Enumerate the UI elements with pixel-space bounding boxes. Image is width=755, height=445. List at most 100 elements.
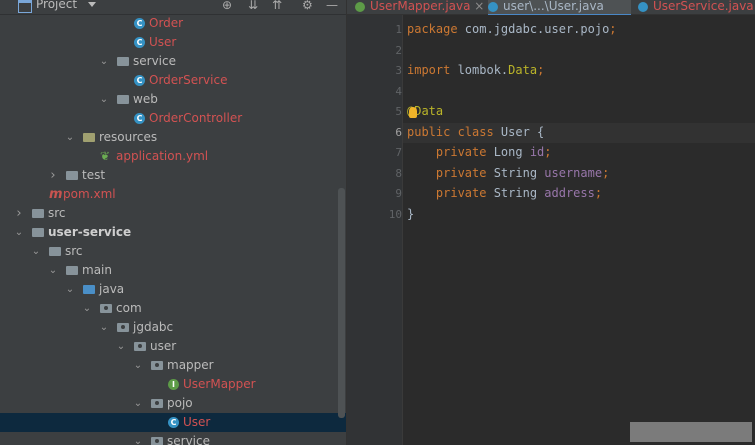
tree-item[interactable]: ❦ application.yml	[0, 147, 346, 166]
tree-item[interactable]: C User	[0, 33, 346, 52]
chevron-down-icon[interactable]: ⌄	[133, 394, 143, 413]
line-number: 3	[395, 64, 402, 77]
tree-item[interactable]: m pom.xml	[0, 185, 346, 204]
tree-item-label: jgdabc	[133, 320, 174, 334]
tree-item[interactable]: › src	[0, 204, 346, 223]
tree-item[interactable]: C Order	[0, 14, 346, 33]
code-token: ;	[544, 145, 552, 159]
code-line[interactable]: private String address;	[407, 183, 602, 203]
chevron-right-icon[interactable]: ›	[14, 204, 24, 223]
gear-icon[interactable]: ⚙	[302, 0, 313, 12]
tree-item[interactable]: ⌄ pojo	[0, 394, 346, 413]
chevron-down-icon[interactable]: ⌄	[133, 432, 143, 445]
chevron-down-icon[interactable]: ⌄	[31, 242, 41, 261]
source-folder-icon	[83, 285, 95, 294]
code-line[interactable]: private String username;	[407, 163, 609, 183]
tab-label: user\...\User.java	[503, 0, 604, 13]
tree-item[interactable]: › test	[0, 166, 346, 185]
project-title[interactable]: Project	[36, 0, 77, 11]
close-icon[interactable]: ×	[470, 0, 484, 13]
tab-label: UserService.java	[653, 0, 754, 13]
tree-item-label: User	[183, 415, 211, 429]
package-icon	[117, 323, 129, 332]
code-line[interactable]: private Long id;	[407, 142, 552, 162]
chevron-down-icon[interactable]: ⌄	[99, 90, 109, 109]
package-icon	[151, 399, 163, 408]
chevron-down-icon[interactable]: ⌄	[48, 261, 58, 280]
tree-item-label: UserMapper	[183, 377, 256, 391]
code-editor[interactable]: 1 2 3 4 5 6 7 8 9 10 package com.jgdabc.user.pojo…	[347, 15, 755, 445]
code-token: Long	[493, 145, 530, 159]
tree-item[interactable]: ⌄ src	[0, 242, 346, 261]
tree-item[interactable]: ⌄ web	[0, 90, 346, 109]
interface-icon: I	[168, 379, 179, 390]
line-number: 6	[395, 125, 402, 139]
tree-item-label: pojo	[167, 396, 193, 410]
chevron-down-icon[interactable]: ⌄	[14, 223, 24, 242]
collapse-icon[interactable]: ⇈	[272, 0, 282, 12]
tree-item[interactable]: ⌄ resources	[0, 128, 346, 147]
tree-scrollbar[interactable]	[338, 188, 345, 418]
code-token: private	[407, 186, 494, 200]
code-token: String	[493, 165, 545, 180]
tree-item[interactable]: ⌄ jgdabc	[0, 318, 346, 337]
project-toolbar: Project ⊕ ⇊ ⇈ ⚙ —	[0, 0, 346, 15]
editor-tabs: UserMapper.java × user\...\User.java UserS…	[347, 0, 755, 16]
chevron-down-icon[interactable]: ⌄	[82, 299, 92, 318]
class-icon: C	[134, 18, 145, 29]
tree-item[interactable]: I UserMapper	[0, 375, 346, 394]
tree-item-label: mapper	[167, 358, 214, 372]
lightbulb-icon[interactable]	[409, 107, 417, 118]
chevron-down-icon[interactable]: ⌄	[99, 52, 109, 71]
line-number: 4	[395, 84, 402, 98]
code-token: lombok.	[450, 63, 509, 77]
editor-tab[interactable]: UserMapper.java ×	[355, 0, 484, 14]
folder-icon	[49, 247, 61, 256]
line-number: 8	[395, 166, 402, 180]
code-token: ;	[602, 165, 610, 180]
line-number: 5	[395, 105, 402, 118]
chevron-right-icon[interactable]: ›	[48, 166, 58, 185]
module-icon	[32, 228, 44, 237]
tree-item[interactable]: C User	[0, 413, 346, 432]
minimize-icon[interactable]: —	[326, 0, 338, 12]
chevron-down-icon[interactable]: ⌄	[65, 280, 75, 299]
chevron-down-icon[interactable]	[88, 2, 96, 7]
code-token: id	[529, 145, 545, 159]
code-line[interactable]: package com.jgdabc.user.pojo;	[407, 19, 617, 39]
tree-item-label: Order	[149, 16, 184, 30]
tree-item[interactable]: ⌄ user	[0, 337, 346, 356]
maven-icon: m	[49, 187, 63, 202]
code-line[interactable]: }	[407, 204, 414, 224]
tree-item[interactable]: ⌄ service	[0, 432, 346, 445]
tree-item[interactable]: C OrderController	[0, 109, 346, 128]
package-icon	[100, 304, 112, 313]
line-number: 2	[395, 43, 402, 57]
project-panel: C Order C User ⌄ service C OrderService ⌄ web C Ord…	[0, 0, 346, 445]
class-icon: C	[134, 113, 145, 124]
chevron-down-icon[interactable]: ⌄	[133, 356, 143, 375]
editor-tab[interactable]: user\...\User.java	[488, 0, 631, 16]
tree-item-label: pom.xml	[63, 187, 116, 201]
tree-item[interactable]: C OrderService	[0, 71, 346, 90]
tree-item[interactable]: ⌄ service	[0, 52, 346, 71]
code-line[interactable]: public class User {	[407, 122, 544, 142]
tree-item[interactable]: ⌄ java	[0, 280, 346, 299]
crosshair-icon[interactable]: ⊕	[222, 0, 232, 12]
code-line[interactable]: import lombok.Data;	[407, 60, 544, 80]
editor-tab[interactable]: UserService.java	[638, 0, 755, 14]
tree-item[interactable]: ⌄ main	[0, 261, 346, 280]
chevron-down-icon[interactable]: ⌄	[99, 318, 109, 337]
line-number: 7	[395, 146, 402, 159]
tree-item-label: service	[133, 54, 176, 68]
tree-item-label: user-service	[48, 225, 132, 239]
tree-item[interactable]: ⌄ com	[0, 299, 346, 318]
tree-item-label: application.yml	[116, 149, 209, 163]
tree-item[interactable]: ⌄ mapper	[0, 356, 346, 375]
chevron-down-icon[interactable]: ⌄	[65, 128, 75, 147]
tree-item[interactable]: ⌄ user-service	[0, 223, 346, 242]
project-icon	[18, 0, 32, 13]
watermark	[630, 422, 752, 442]
chevron-down-icon[interactable]: ⌄	[116, 337, 126, 356]
expand-icon[interactable]: ⇊	[248, 0, 258, 12]
